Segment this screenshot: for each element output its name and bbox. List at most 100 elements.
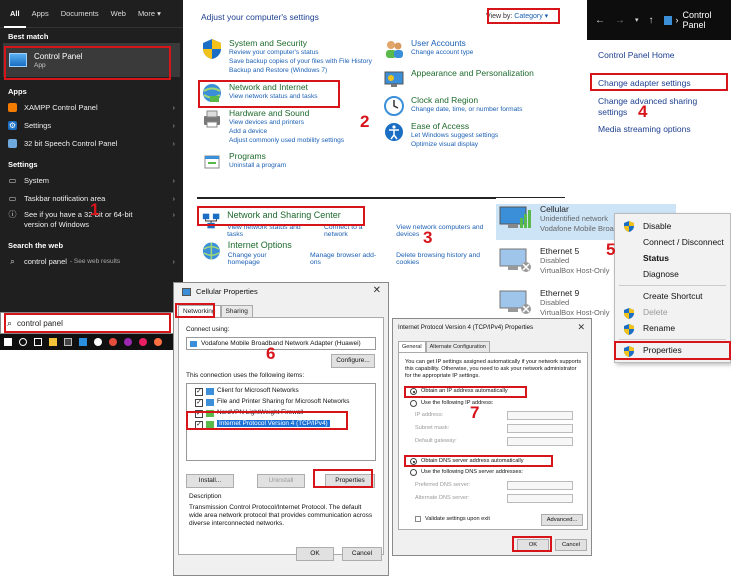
view-by-dropdown[interactable]: Category ▾ — [514, 13, 548, 20]
tab-apps[interactable]: Apps — [26, 0, 55, 28]
internet-options-link[interactable]: Delete browsing history and cookies — [396, 252, 498, 266]
preferred-dns-field[interactable] — [507, 481, 573, 490]
configure-button[interactable]: Configure... — [331, 354, 375, 368]
menu-item-delete[interactable]: Delete — [643, 307, 668, 317]
control-panel-home-link[interactable]: Control Panel Home — [598, 50, 675, 60]
sharing-link[interactable]: View network computers and devices — [396, 224, 498, 238]
category-title[interactable]: Clock and Region — [411, 95, 522, 105]
category-title[interactable]: Appearance and Personalization — [411, 68, 534, 78]
start-search-input[interactable]: ⌕ control panel — [0, 312, 183, 334]
close-icon[interactable]: ✕ — [577, 322, 585, 333]
menu-item-rename[interactable]: Rename — [643, 323, 675, 333]
change-advanced-sharing-link[interactable]: Change advanced sharing settings — [598, 96, 718, 118]
category-title[interactable]: User Accounts — [411, 38, 473, 48]
app-icon[interactable] — [139, 338, 147, 346]
tab-sharing[interactable]: Sharing — [220, 305, 253, 317]
subnet-mask-field[interactable] — [507, 424, 573, 433]
chrome-icon[interactable] — [109, 338, 117, 346]
sharing-center-title[interactable]: Network and Sharing Center — [227, 210, 498, 220]
category-link[interactable]: Add a device — [229, 127, 344, 136]
item-label[interactable]: Client for Microsoft Networks — [217, 387, 299, 394]
category-link[interactable]: Uninstall a program — [229, 161, 286, 170]
menu-item-diagnose[interactable]: Diagnose — [643, 269, 679, 279]
app-item-xampp[interactable]: XAMPP Control Panel › — [0, 98, 183, 116]
item-label[interactable]: File and Printer Sharing for Microsoft N… — [217, 398, 349, 405]
category-link[interactable]: Change date, time, or number formats — [411, 105, 522, 114]
category-title[interactable]: Ease of Access — [411, 121, 498, 131]
tab-more[interactable]: More ▾ — [132, 0, 167, 28]
category-title[interactable]: System and Security — [229, 38, 372, 48]
category-title[interactable]: Programs — [229, 151, 286, 161]
category-link[interactable]: View devices and printers — [229, 118, 344, 127]
menu-item-create-shortcut[interactable]: Create Shortcut — [643, 291, 703, 301]
category-link[interactable]: View network status and tasks — [229, 92, 318, 101]
internet-options-link[interactable]: Change your homepage — [228, 252, 296, 266]
item-label[interactable]: NordVPN LightWeight Firewall — [217, 409, 303, 416]
category-link[interactable]: Save backup copies of your files with Fi… — [229, 57, 372, 66]
app-icon[interactable] — [154, 338, 162, 346]
adapter-ethernet-9[interactable]: Ethernet 9 Disabled VirtualBox Host-Only — [496, 288, 609, 318]
sharing-link[interactable]: Connect to a network — [324, 224, 382, 238]
tab-networking[interactable]: Networking — [178, 305, 221, 317]
search-circle-icon[interactable] — [19, 338, 27, 346]
item-checkbox[interactable]: ✓ — [195, 388, 203, 396]
tab-general[interactable]: General — [398, 341, 426, 352]
tab-all[interactable]: All — [4, 0, 26, 28]
tab-alternate-configuration[interactable]: Alternate Configuration — [425, 341, 490, 352]
address-bar[interactable]: › Control Panel — [663, 10, 731, 30]
windows-logo-icon[interactable] — [4, 338, 12, 346]
adapter-ethernet-5[interactable]: Ethernet 5 Disabled VirtualBox Host-Only — [496, 246, 609, 276]
internet-options-title[interactable]: Internet Options — [228, 240, 498, 250]
sharing-link[interactable]: View network status and tasks — [227, 224, 310, 238]
category-link[interactable]: Let Windows suggest settings — [411, 131, 498, 140]
ok-button[interactable]: OK — [296, 547, 334, 561]
close-icon[interactable]: ✕ — [373, 285, 381, 296]
install-button[interactable]: Install... — [186, 474, 234, 488]
use-ip-radio[interactable] — [410, 400, 417, 407]
category-title[interactable]: Network and Internet — [229, 82, 318, 92]
uninstall-button[interactable]: Uninstall — [257, 474, 305, 488]
app-icon[interactable] — [94, 338, 102, 346]
menu-item-connect-disconnect[interactable]: Connect / Disconnect — [643, 237, 724, 247]
advanced-button[interactable]: Advanced... — [541, 514, 583, 526]
vscode-icon[interactable] — [79, 338, 87, 346]
item-checkbox[interactable]: ✓ — [195, 399, 203, 407]
obtain-ip-radio[interactable] — [410, 388, 417, 395]
app-item-settings[interactable]: ⚙ Settings › — [0, 116, 183, 134]
obtain-dns-radio[interactable] — [410, 458, 417, 465]
category-link[interactable]: Review your computer's status — [229, 48, 372, 57]
menu-item-properties[interactable]: Properties — [643, 345, 682, 355]
cancel-button[interactable]: Cancel — [555, 539, 587, 551]
file-explorer-icon[interactable] — [49, 338, 57, 346]
tab-documents[interactable]: Documents — [55, 0, 105, 28]
ip-address-field[interactable] — [507, 411, 573, 420]
default-gateway-field[interactable] — [507, 437, 573, 446]
internet-options-link[interactable]: Manage browser add-ons — [310, 252, 382, 266]
web-result-item[interactable]: ⌕ control panel - See web results › — [0, 252, 183, 270]
cancel-button[interactable]: Cancel — [342, 547, 382, 561]
forward-arrow-icon[interactable]: → — [615, 15, 625, 26]
terminal-icon[interactable] — [64, 338, 72, 346]
up-arrow-icon[interactable]: ↑ — [649, 15, 654, 26]
menu-item-disable[interactable]: Disable — [643, 221, 671, 231]
validate-checkbox[interactable] — [415, 516, 421, 522]
task-view-icon[interactable] — [34, 338, 42, 346]
menu-item-status[interactable]: Status — [643, 253, 669, 263]
change-adapter-settings-link[interactable]: Change adapter settings — [598, 78, 691, 88]
alternate-dns-field[interactable] — [507, 494, 573, 503]
item-checkbox[interactable]: ✓ — [195, 410, 203, 418]
category-link[interactable]: Optimize visual display — [411, 140, 498, 149]
use-dns-radio[interactable] — [410, 469, 417, 476]
chevron-down-icon[interactable]: ▾ — [635, 16, 639, 24]
category-title[interactable]: Hardware and Sound — [229, 108, 344, 118]
ok-button[interactable]: OK — [517, 539, 549, 551]
item-label-selected[interactable]: Internet Protocol Version 4 (TCP/IPv4) — [217, 420, 330, 427]
category-link[interactable]: Change account type — [411, 48, 473, 57]
back-arrow-icon[interactable]: ← — [595, 15, 605, 26]
category-link[interactable]: Adjust commonly used mobility settings — [229, 136, 344, 145]
app-icon[interactable] — [124, 338, 132, 346]
media-streaming-link[interactable]: Media streaming options — [598, 124, 691, 134]
best-match-control-panel[interactable]: Control Panel App — [3, 43, 180, 77]
properties-button[interactable]: Properties — [325, 474, 375, 488]
tab-web[interactable]: Web — [105, 0, 132, 28]
